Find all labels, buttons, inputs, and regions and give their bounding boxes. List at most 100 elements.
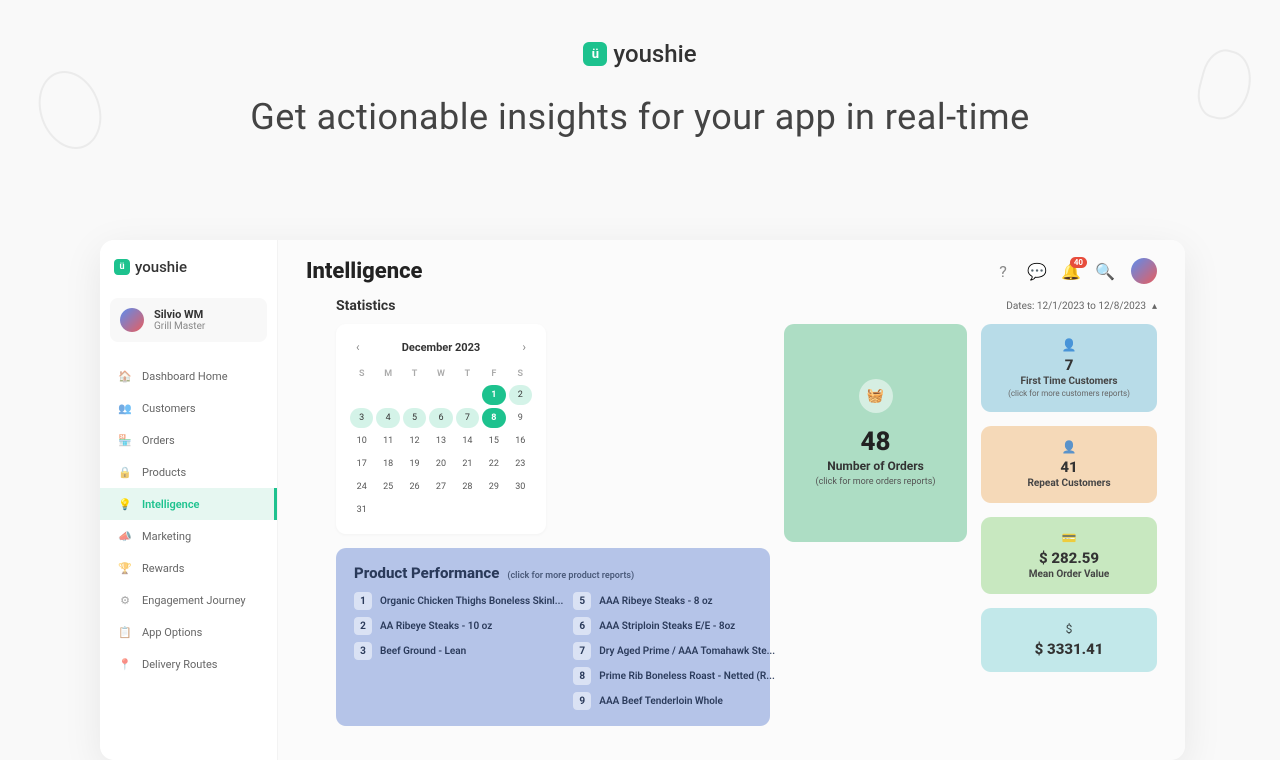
rank-badge: 7: [573, 642, 591, 660]
stat-label: Mean Order Value: [995, 569, 1143, 580]
pin-icon: 📍: [118, 657, 132, 671]
rank-badge: 3: [354, 642, 372, 660]
user-plus-icon: 👤: [995, 338, 1143, 352]
calendar-day[interactable]: 4: [376, 408, 399, 428]
sidebar-item-label: Intelligence: [142, 498, 199, 511]
calendar-day[interactable]: 6: [429, 408, 452, 428]
calendar-month: December 2023: [402, 341, 480, 354]
home-icon: 🏠: [118, 369, 132, 383]
calendar-day[interactable]: 8: [482, 408, 505, 428]
sidebar-logo[interactable]: ü youshie: [100, 258, 277, 290]
calendar-prev-button[interactable]: ‹: [350, 338, 366, 356]
user-name: Silvio WM: [154, 308, 205, 321]
calendar-day[interactable]: 31: [350, 500, 373, 520]
sidebar-item-marketing[interactable]: 📣Marketing: [100, 520, 277, 552]
calendar-day[interactable]: 25: [376, 477, 399, 497]
sidebar-item-label: Dashboard Home: [142, 370, 228, 383]
calendar-day[interactable]: 18: [376, 454, 399, 474]
calendar-day[interactable]: 21: [456, 454, 479, 474]
product-rank-item[interactable]: 2AA Ribeye Steaks - 10 oz: [354, 617, 563, 635]
product-rank-item[interactable]: 1Organic Chicken Thighs Boneless Skinl..…: [354, 592, 563, 610]
calendar-day[interactable]: 30: [509, 477, 532, 497]
sidebar-item-engagement[interactable]: ⚙Engagement Journey: [100, 584, 277, 616]
calendar-day[interactable]: 11: [376, 431, 399, 451]
product-rank-item[interactable]: 9AAA Beef Tenderloin Whole: [573, 692, 775, 710]
product-performance-card[interactable]: Product Performance (click for more prod…: [336, 548, 770, 726]
sidebar-item-products[interactable]: 🔒Products: [100, 456, 277, 488]
chat-icon[interactable]: 💬: [1029, 263, 1045, 279]
logo-text: youshie: [613, 40, 696, 68]
calendar-day[interactable]: 2: [509, 385, 532, 405]
decorative-squiggle: [28, 62, 112, 158]
trophy-icon: 🏆: [118, 561, 132, 575]
sidebar-item-orders[interactable]: 🏪Orders: [100, 424, 277, 456]
calendar-day[interactable]: 29: [482, 477, 505, 497]
rank-badge: 6: [573, 617, 591, 635]
stat-label: Repeat Customers: [995, 478, 1143, 489]
total-card[interactable]: $ $ 3331.41: [981, 608, 1157, 672]
users-icon: 👥: [118, 401, 132, 415]
sidebar-item-intelligence[interactable]: 💡Intelligence: [100, 488, 277, 520]
user-icon: 👤: [995, 440, 1143, 454]
calendar-day[interactable]: 12: [403, 431, 426, 451]
user-card[interactable]: Silvio WM Grill Master: [110, 298, 267, 342]
calendar-dow: F: [482, 366, 505, 382]
chevron-up-icon: ▴: [1152, 301, 1157, 312]
product-rank-item[interactable]: 8Prime Rib Boneless Roast - Netted (R...: [573, 667, 775, 685]
calendar-day[interactable]: 22: [482, 454, 505, 474]
calendar-day[interactable]: 13: [429, 431, 452, 451]
calendar-day[interactable]: 17: [350, 454, 373, 474]
product-rank-item[interactable]: 6 AAA Striploin Steaks E/E - 8oz: [573, 617, 775, 635]
calendar-day[interactable]: 27: [429, 477, 452, 497]
sidebar-item-customers[interactable]: 👥Customers: [100, 392, 277, 424]
calendar-day[interactable]: 19: [403, 454, 426, 474]
sidebar-item-label: Marketing: [142, 530, 191, 543]
calendar-grid: SMTWTFS123456789101112131415161718192021…: [350, 366, 532, 520]
sidebar-item-dashboard[interactable]: 🏠 Dashboard Home: [100, 360, 277, 392]
sidebar-item-delivery[interactable]: 📍 Delivery Routes: [100, 648, 277, 680]
sidebar-item-app-options[interactable]: 📋App Options: [100, 616, 277, 648]
calendar-day[interactable]: 16: [509, 431, 532, 451]
dollar-icon: $: [995, 622, 1143, 636]
date-range-picker[interactable]: Dates: 12/1/2023 to 12/8/2023 ▴: [1006, 301, 1157, 312]
calendar-day[interactable]: 7: [456, 408, 479, 428]
help-icon[interactable]: ?: [995, 263, 1011, 279]
logo-badge-icon: ü: [583, 42, 607, 66]
calendar-dow: T: [403, 366, 426, 382]
stat-label: First Time Customers: [995, 376, 1143, 387]
calendar-day[interactable]: 1: [482, 385, 505, 405]
rank-badge: 8: [573, 667, 591, 685]
calendar-day[interactable]: 28: [456, 477, 479, 497]
first-time-customers-card[interactable]: 👤 7 First Time Customers (click for more…: [981, 324, 1157, 412]
calendar-day[interactable]: 15: [482, 431, 505, 451]
calendar-day[interactable]: 24: [350, 477, 373, 497]
repeat-customers-card[interactable]: 👤 41 Repeat Customers: [981, 426, 1157, 503]
calendar-day[interactable]: 14: [456, 431, 479, 451]
stat-value: 7: [995, 356, 1143, 374]
product-rank-item[interactable]: 5AAA Ribeye Steaks - 8 oz: [573, 592, 775, 610]
lock-icon: 🔒: [118, 465, 132, 479]
orders-card[interactable]: 🧺 48 Number of Orders (click for more or…: [784, 324, 967, 542]
product-rank-item[interactable]: 7 Dry Aged Prime / AAA Tomahawk Ste...: [573, 642, 775, 660]
calendar-day[interactable]: 5: [403, 408, 426, 428]
calendar-day[interactable]: 3: [350, 408, 373, 428]
sidebar-item-label: Rewards: [142, 562, 184, 575]
avatar[interactable]: [1131, 258, 1157, 284]
product-rank-item[interactable]: 3Beef Ground - Lean: [354, 642, 563, 660]
calendar-dow: M: [376, 366, 399, 382]
calendar-day[interactable]: 9: [509, 408, 532, 428]
sidebar-item-rewards[interactable]: 🏆 Rewards: [100, 552, 277, 584]
calendar-day[interactable]: 26: [403, 477, 426, 497]
mean-order-card[interactable]: 💳 $ 282.59 Mean Order Value: [981, 517, 1157, 594]
rank-badge: 1: [354, 592, 372, 610]
calendar-next-button[interactable]: ›: [516, 338, 532, 356]
bell-icon[interactable]: 🔔40: [1063, 263, 1079, 279]
product-name: AAA Striploin Steaks E/E - 8oz: [599, 621, 735, 632]
calendar-day[interactable]: 10: [350, 431, 373, 451]
calendar-day[interactable]: 23: [509, 454, 532, 474]
search-icon[interactable]: 🔍: [1097, 263, 1113, 279]
sidebar-item-label: Orders: [142, 434, 175, 447]
sidebar-item-label: Delivery Routes: [142, 658, 217, 671]
calendar-day[interactable]: 20: [429, 454, 452, 474]
product-name: Dry Aged Prime / AAA Tomahawk Ste...: [599, 646, 775, 657]
